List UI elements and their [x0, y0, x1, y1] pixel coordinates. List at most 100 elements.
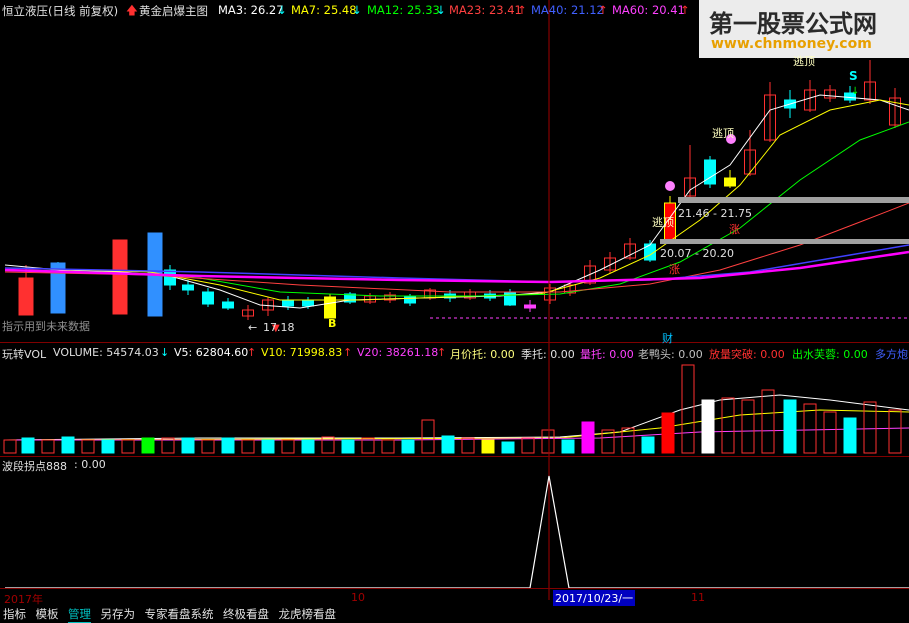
ma3-value: MA3: 26.27 [218, 3, 284, 17]
vol-ji-tuo: 季托: 0.00 [521, 348, 575, 361]
volume-bar [661, 412, 675, 454]
candle-body [18, 277, 34, 316]
escape-top-label: 逃顶 [712, 127, 734, 140]
volume-bar [81, 439, 95, 454]
buy-marker: B [328, 317, 337, 330]
tab-manage[interactable]: 管理 [68, 606, 91, 623]
volume-bar [301, 439, 315, 454]
volume-bar [888, 409, 902, 454]
range-band-lower [660, 239, 909, 244]
axis-month-label: 11 [691, 591, 705, 604]
volume-bar [521, 437, 535, 454]
down-arrow-icon: ↓ [851, 86, 859, 97]
vol-v5: V5: 62804.60 [174, 346, 249, 359]
volume-bar [261, 439, 275, 454]
panel-divider-main-vol [0, 342, 909, 343]
volume-bar [863, 401, 877, 454]
watermark-url: www.chnmoney.com [711, 36, 872, 52]
bottom-toolbar: 指标 模板 管理 另存为 专家看盘系统 终极看盘 龙虎榜看盘 [0, 606, 909, 623]
volume-bar [201, 439, 215, 454]
down-arrow-icon: ↓ [277, 3, 287, 17]
volume-bar [761, 389, 775, 454]
site-watermark: 第一股票公式网 www.chnmoney.com [699, 0, 909, 58]
ma23-value: MA23: 23.41 [449, 3, 522, 17]
volume-bar [41, 439, 55, 454]
escape-top-label: 逃顶 [652, 216, 674, 229]
wave-indicator-line [5, 475, 909, 589]
volume-bar [421, 419, 435, 454]
ma40-value: MA40: 21.12 [531, 3, 604, 17]
down-arrow-icon: ↓ [160, 346, 170, 359]
volume-bar [701, 399, 715, 454]
up-arrow-icon: ↑ [598, 3, 608, 17]
down-arrow-icon: ↓ [436, 3, 446, 17]
volume-bar [21, 437, 35, 454]
candle-body [222, 301, 234, 309]
volume-bar [3, 439, 17, 454]
cursor-date-label: 2017/10/23/一 [553, 590, 636, 606]
rise-label: 涨 [729, 223, 740, 236]
volume-bar [401, 439, 415, 454]
indicator-name[interactable]: 黄金启爆主图 [139, 3, 208, 19]
wave-indicator-value: : 0.00 [74, 458, 106, 471]
ma60-line [4, 250, 909, 284]
low-arrow-icon: ← [248, 321, 258, 334]
volume-bar [741, 399, 755, 454]
volume-bar [181, 437, 195, 454]
volume-bar [641, 436, 655, 454]
watermark-title: 第一股票公式网 [709, 10, 877, 38]
down-arrow-icon: ↓ [352, 3, 362, 17]
volume-bar [541, 429, 555, 454]
range-upper-label: 21.46 - 21.75 [678, 207, 752, 220]
candle-body [302, 299, 314, 307]
vol-chu-shui: 出水芙蓉: 0.00 [792, 348, 868, 361]
sell-marker: S [849, 69, 858, 83]
candle-body [282, 299, 294, 307]
volume-bar [341, 439, 355, 454]
finance-mark: 财 [662, 332, 673, 345]
chart-annotations: ▼↓ [5, 0, 909, 600]
volume-v5-line [4, 394, 909, 441]
candle-body [182, 284, 194, 291]
vol-v20: V20: 38261.18 [357, 346, 439, 359]
escape-top-label: 逃顶 [793, 55, 815, 68]
candle-body [112, 239, 128, 315]
candle-body [202, 291, 214, 305]
up-arrow-icon: ↑ [680, 3, 690, 17]
stock-title: 恒立液压(日线 前复权) [2, 4, 119, 18]
candle-body [724, 177, 736, 187]
volume-bar [501, 441, 515, 454]
volume-bar [481, 439, 495, 454]
volume-bar [281, 439, 295, 454]
candle-body [524, 304, 536, 309]
vol-yue-jia-tuo: 月价托: 0.00 [450, 348, 515, 361]
range-lower-label: 20.07 - 20.20 [660, 247, 734, 260]
volume-v10-line [4, 409, 909, 441]
up-arrow-icon: ↑ [517, 3, 527, 17]
vol-v10: V10: 71998.83 [261, 346, 343, 359]
low-price-label: 17.18 [263, 321, 295, 334]
up-arrow-icon: ↑ [247, 346, 257, 359]
up-arrow-icon: ↑ [437, 346, 447, 359]
panel-divider-wave-axis [0, 588, 909, 589]
range-band-upper [678, 197, 909, 203]
candle-body [504, 291, 516, 306]
up-arrow-icon: ↑ [343, 346, 353, 359]
ma7-value: MA7: 25.48 [291, 3, 357, 17]
volume-bar [141, 437, 155, 454]
volume-bar [221, 437, 235, 454]
volume-bar [721, 397, 735, 454]
wave-indicator-name[interactable]: 波段拐点888 [2, 458, 67, 474]
vol-liang-tuo: 量托: 0.00 [580, 348, 634, 361]
moving-average-lines [4, 94, 909, 441]
volume-bar [783, 399, 797, 454]
volume-bar [581, 421, 595, 454]
volume-bar [461, 437, 475, 454]
vol-indicator-name[interactable]: 玩转VOL [2, 346, 46, 362]
ma60-value: MA60: 20.41 [612, 3, 685, 17]
volume-bar [561, 439, 575, 454]
axis-month-label: 10 [351, 591, 365, 604]
vol-volume: VOLUME: 54574.03 [53, 346, 159, 359]
rise-label: 涨 [669, 263, 680, 276]
volume-bar [101, 439, 115, 454]
